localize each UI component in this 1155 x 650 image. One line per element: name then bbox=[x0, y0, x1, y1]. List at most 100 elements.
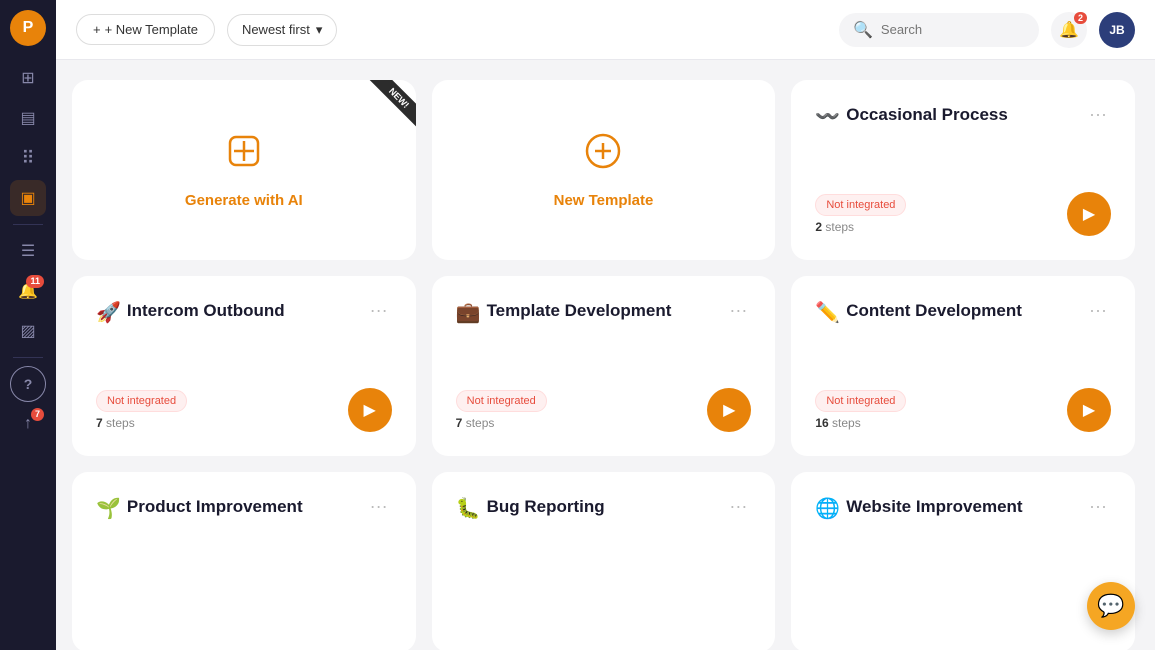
sort-button[interactable]: Newest first ▾ bbox=[227, 14, 337, 46]
play-button[interactable]: ▶ bbox=[707, 388, 751, 432]
steps-label: 7 steps bbox=[456, 416, 547, 430]
product-improvement-menu-button[interactable]: ··· bbox=[366, 496, 392, 517]
list-icon: ☰ bbox=[21, 241, 35, 261]
content-development-menu-button[interactable]: ··· bbox=[1085, 300, 1111, 321]
card-template-development[interactable]: 💼 Template Development ··· Not integrate… bbox=[432, 276, 776, 456]
sidebar-item-monitor[interactable]: ▨ bbox=[10, 313, 46, 349]
play-button[interactable]: ▶ bbox=[1067, 388, 1111, 432]
not-integrated-badge: Not integrated bbox=[456, 390, 547, 412]
monitor-icon: ▨ bbox=[20, 321, 35, 341]
search-icon: 🔍 bbox=[853, 20, 873, 40]
bug-reporting-menu-button[interactable]: ··· bbox=[725, 496, 751, 517]
content-area: NEW! Generate with AI bbox=[56, 60, 1155, 650]
sidebar-item-apps[interactable]: ⠿ bbox=[10, 140, 46, 176]
card-occasional-process-footer: Not integrated 2 steps ▶ bbox=[815, 176, 1111, 236]
card-bug-reporting-title: 🐛 Bug Reporting bbox=[456, 496, 726, 522]
card-template-development-footer-left: Not integrated 7 steps bbox=[456, 390, 547, 430]
new-tpl-card-label: New Template bbox=[554, 192, 654, 209]
card-intercom-outbound[interactable]: 🚀 Intercom Outbound ··· Not integrated 7… bbox=[72, 276, 416, 456]
sidebar-item-dashboard[interactable]: ▤ bbox=[10, 100, 46, 136]
dashboard-icon: ▤ bbox=[20, 108, 35, 128]
sidebar: P ⊞ ▤ ⠿ ▣ ☰ 🔔 11 ▨ ? ↑ 7 bbox=[0, 0, 56, 650]
card-occasional-process-footer-left: Not integrated 2 steps bbox=[815, 194, 906, 234]
new-badge-label: NEW! bbox=[368, 80, 415, 128]
website-improvement-menu-button[interactable]: ··· bbox=[1085, 496, 1111, 517]
card-content-development-footer: Not integrated 16 steps ▶ bbox=[815, 372, 1111, 432]
product-improvement-emoji: 🌱 bbox=[96, 496, 121, 522]
card-generate-ai[interactable]: NEW! Generate with AI bbox=[72, 80, 416, 260]
card-template-development-footer: Not integrated 7 steps ▶ bbox=[456, 372, 752, 432]
ai-icon bbox=[224, 131, 264, 180]
sidebar-logo[interactable]: P bbox=[10, 10, 46, 46]
card-website-improvement[interactable]: 🌐 Website Improvement ··· bbox=[791, 472, 1135, 650]
card-intercom-outbound-footer: Not integrated 7 steps ▶ bbox=[96, 372, 392, 432]
card-occasional-process[interactable]: 〰️ Occasional Process ··· Not integrated… bbox=[791, 80, 1135, 260]
card-content-development[interactable]: ✏️ Content Development ··· Not integrate… bbox=[791, 276, 1135, 456]
not-integrated-badge: Not integrated bbox=[815, 390, 906, 412]
website-improvement-emoji: 🌐 bbox=[815, 496, 840, 522]
occasional-process-menu-button[interactable]: ··· bbox=[1085, 104, 1111, 125]
sidebar-divider-2 bbox=[13, 357, 43, 358]
sidebar-divider-1 bbox=[13, 224, 43, 225]
card-website-improvement-title: 🌐 Website Improvement bbox=[815, 496, 1085, 522]
sidebar-item-list[interactable]: ☰ bbox=[10, 233, 46, 269]
topbar: + + New Template Newest first ▾ 🔍 🔔 2 JB bbox=[56, 0, 1155, 60]
intercom-outbound-emoji: 🚀 bbox=[96, 300, 121, 326]
plus-icon: + bbox=[93, 22, 101, 37]
sidebar-item-share[interactable]: ↑ 7 bbox=[10, 406, 46, 442]
card-bug-reporting[interactable]: 🐛 Bug Reporting ··· bbox=[432, 472, 776, 650]
card-new-template[interactable]: New Template bbox=[432, 80, 776, 260]
card-intercom-outbound-title: 🚀 Intercom Outbound bbox=[96, 300, 366, 326]
chat-icon: 💬 bbox=[1097, 593, 1124, 619]
card-product-improvement-header: 🌱 Product Improvement ··· bbox=[96, 496, 392, 522]
search-input[interactable] bbox=[881, 22, 1025, 37]
sidebar-item-presentation[interactable]: ▣ bbox=[10, 180, 46, 216]
card-content-development-footer-left: Not integrated 16 steps bbox=[815, 390, 906, 430]
card-template-development-title: 💼 Template Development bbox=[456, 300, 726, 326]
notification-count-badge: 2 bbox=[1074, 12, 1087, 24]
play-button[interactable]: ▶ bbox=[1067, 192, 1111, 236]
steps-label: 2 steps bbox=[815, 220, 906, 234]
steps-label: 7 steps bbox=[96, 416, 187, 430]
share-badge: 7 bbox=[31, 408, 44, 421]
card-bug-reporting-header: 🐛 Bug Reporting ··· bbox=[456, 496, 752, 522]
search-box: 🔍 bbox=[839, 13, 1039, 47]
card-template-development-header: 💼 Template Development ··· bbox=[456, 300, 752, 326]
sidebar-item-notifications[interactable]: 🔔 11 bbox=[10, 273, 46, 309]
content-development-emoji: ✏️ bbox=[815, 300, 840, 326]
main-content: + + New Template Newest first ▾ 🔍 🔔 2 JB… bbox=[56, 0, 1155, 650]
avatar[interactable]: JB bbox=[1099, 12, 1135, 48]
bug-reporting-emoji: 🐛 bbox=[456, 496, 481, 522]
presentation-icon: ▣ bbox=[20, 188, 35, 208]
apps-icon: ⠿ bbox=[21, 148, 34, 169]
sidebar-item-grid[interactable]: ⊞ bbox=[10, 60, 46, 96]
new-tpl-icon bbox=[583, 131, 623, 180]
card-website-improvement-header: 🌐 Website Improvement ··· bbox=[815, 496, 1111, 522]
share-icon: ↑ bbox=[24, 415, 32, 433]
new-template-button[interactable]: + + New Template bbox=[76, 14, 215, 45]
play-button[interactable]: ▶ bbox=[348, 388, 392, 432]
cards-grid: NEW! Generate with AI bbox=[72, 80, 1135, 650]
grid-icon: ⊞ bbox=[21, 68, 34, 88]
template-development-emoji: 💼 bbox=[456, 300, 481, 326]
new-badge: NEW! bbox=[360, 80, 416, 136]
card-occasional-process-header: 〰️ Occasional Process ··· bbox=[815, 104, 1111, 130]
intercom-outbound-menu-button[interactable]: ··· bbox=[366, 300, 392, 321]
occasional-process-emoji: 〰️ bbox=[815, 104, 840, 130]
ai-card-label: Generate with AI bbox=[185, 192, 303, 209]
card-occasional-process-title: 〰️ Occasional Process bbox=[815, 104, 1085, 130]
template-development-menu-button[interactable]: ··· bbox=[725, 300, 751, 321]
card-product-improvement[interactable]: 🌱 Product Improvement ··· bbox=[72, 472, 416, 650]
card-content-development-header: ✏️ Content Development ··· bbox=[815, 300, 1111, 326]
help-icon: ? bbox=[24, 376, 33, 392]
card-intercom-outbound-header: 🚀 Intercom Outbound ··· bbox=[96, 300, 392, 326]
notification-badge: 11 bbox=[26, 275, 44, 288]
card-intercom-outbound-footer-left: Not integrated 7 steps bbox=[96, 390, 187, 430]
card-product-improvement-title: 🌱 Product Improvement bbox=[96, 496, 366, 522]
not-integrated-badge: Not integrated bbox=[815, 194, 906, 216]
sidebar-item-help[interactable]: ? bbox=[10, 366, 46, 402]
notification-button[interactable]: 🔔 2 bbox=[1051, 12, 1087, 48]
card-content-development-title: ✏️ Content Development bbox=[815, 300, 1085, 326]
not-integrated-badge: Not integrated bbox=[96, 390, 187, 412]
chat-button[interactable]: 💬 bbox=[1087, 582, 1135, 630]
